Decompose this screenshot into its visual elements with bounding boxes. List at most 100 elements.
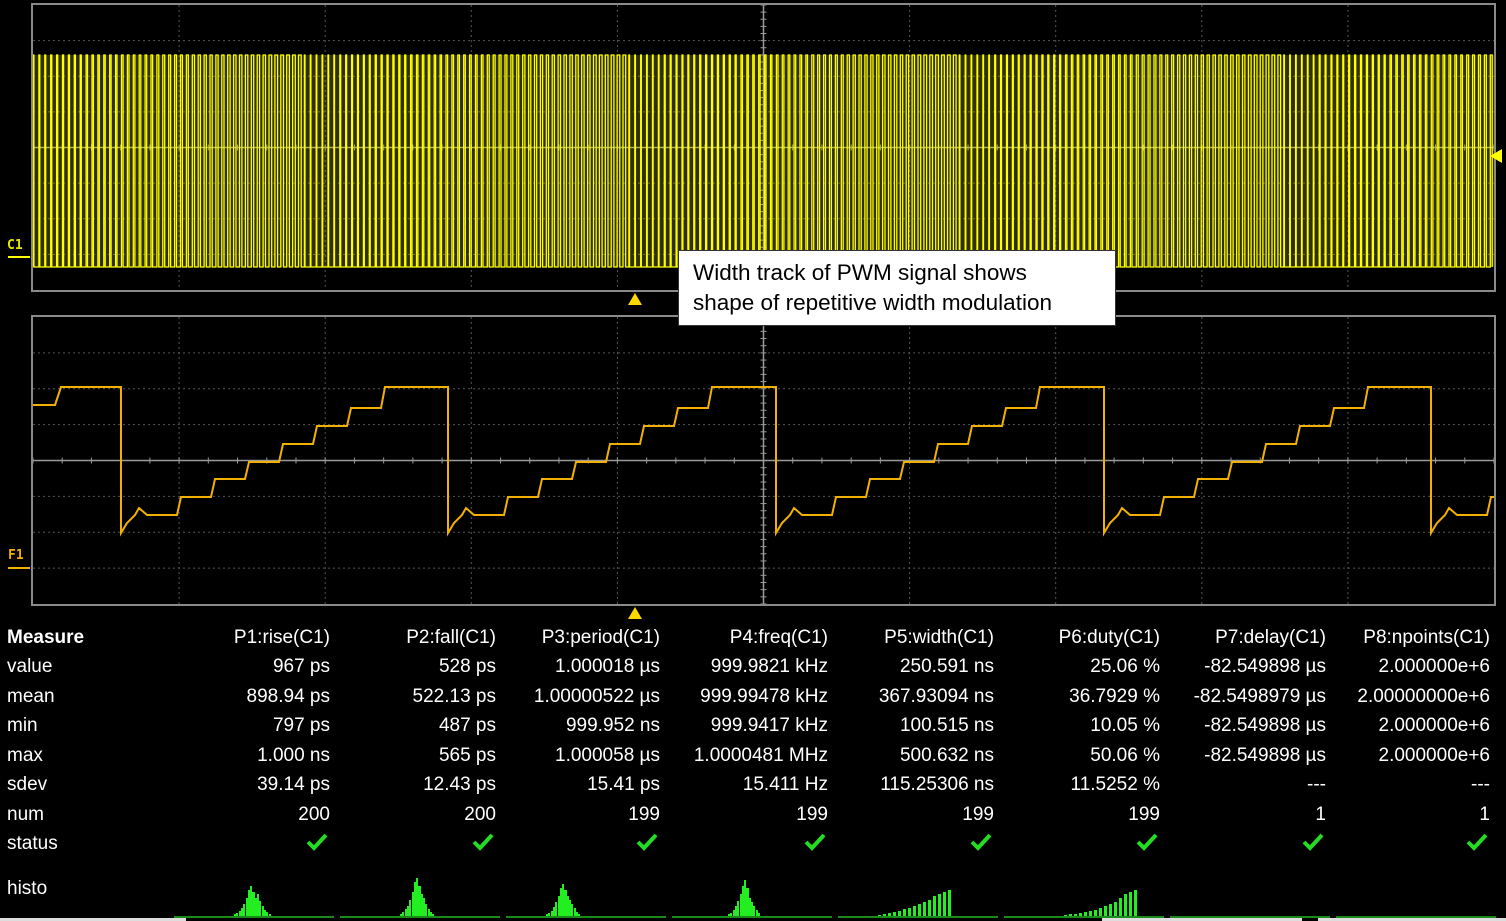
measure-cell: 1 [1315, 803, 1326, 825]
measure-row-0: value 967 ps 528 ps 1.000018 µs 999.9821 kHz… [0, 653, 1506, 682]
histogram-6[interactable] [1004, 874, 1164, 918]
measure-title: Measure [7, 627, 85, 648]
row-label: mean [7, 685, 55, 707]
measure-cell: -82.549898 µs [1204, 656, 1326, 677]
histogram-baseline [174, 916, 334, 918]
column-header-p8[interactable]: P8:npoints(C1) [1363, 627, 1490, 649]
row-label: min [7, 715, 38, 736]
histogram-bin [432, 914, 435, 916]
histogram-2[interactable] [340, 874, 500, 918]
measure-cell: 250.591 ns [899, 656, 994, 677]
column-header-p6[interactable]: P6:duty(C1) [1059, 627, 1160, 649]
measure-cell: 36.7929 % [1069, 685, 1160, 707]
histo-label: histo [7, 878, 48, 899]
annotation-line-2: shape of repetitive width modulation [693, 290, 1052, 315]
measure-cell: 15.411 Hz [742, 774, 828, 795]
histogram-1[interactable] [174, 874, 334, 918]
row-label: value [7, 656, 53, 677]
column-header-p5[interactable]: P5:width(C1) [884, 627, 994, 649]
f1-width-track-plot [33, 317, 1494, 604]
status-check-icon [1302, 833, 1324, 851]
status-label: status [7, 833, 58, 854]
f1-trigger-position-arrow[interactable] [628, 607, 642, 619]
histogram-7[interactable] [1170, 874, 1330, 918]
histogram-bin [1099, 908, 1102, 916]
measure-cell: -82.5498979 µs [1193, 685, 1326, 707]
histogram-8[interactable] [1336, 874, 1496, 918]
measure-cell: 115.25306 ns [880, 774, 994, 795]
c1-waveform-grid[interactable] [31, 3, 1496, 292]
trigger-position-arrow[interactable] [628, 293, 642, 305]
measure-cell: 2.00000000e+6 [1357, 685, 1490, 707]
histogram-bin [578, 914, 581, 916]
measure-cell: -82.549898 µs [1204, 715, 1326, 736]
column-header-p7[interactable]: P7:delay(C1) [1215, 627, 1326, 649]
measure-cell: 50.06 % [1090, 744, 1160, 766]
trigger-level-arrow[interactable] [1490, 149, 1502, 163]
histogram-bin [923, 902, 926, 916]
measure-cell: 10.05 % [1090, 715, 1160, 736]
histogram-baseline [506, 916, 666, 918]
c1-offset-marker[interactable] [8, 256, 30, 258]
measure-cell: 15.41 ps [587, 774, 660, 795]
histogram-bin [1119, 898, 1122, 916]
measure-cell: 2.000000e+6 [1378, 715, 1490, 736]
histogram-bin [268, 914, 271, 916]
c1-trace-label[interactable]: C1 [7, 239, 23, 252]
histogram-3[interactable] [506, 874, 666, 918]
column-header-p4[interactable]: P4:freq(C1) [730, 627, 828, 649]
measure-cell: 999.9821 kHz [710, 656, 828, 677]
row-label: num [7, 803, 44, 825]
f1-trace-label[interactable]: F1 [8, 549, 24, 562]
histogram-bin [878, 915, 881, 916]
histogram-5[interactable] [838, 874, 998, 918]
measure-row-2: min 797 ps 487 ps 999.952 ns 999.9417 kHz 100… [0, 712, 1506, 741]
measure-cell: 522.13 ps [412, 685, 496, 707]
measure-cell: --- [1471, 774, 1490, 795]
measure-cell: 199 [796, 803, 828, 825]
measure-cell: 999.9417 kHz [710, 715, 828, 736]
measure-cell: 1.00000522 µs [533, 685, 660, 707]
status-check-icon [1136, 833, 1158, 851]
status-check-icon [636, 833, 658, 851]
histogram-bin [1104, 906, 1107, 916]
measure-cell: 999.99478 kHz [700, 685, 828, 707]
measure-cell: 25.06 % [1090, 656, 1160, 677]
measure-cell: 200 [464, 803, 496, 825]
column-header-p2[interactable]: P2:fall(C1) [406, 627, 496, 649]
histogram-bin [1109, 904, 1112, 916]
measure-cell: 2.000000e+6 [1378, 656, 1490, 677]
histogram-4[interactable] [672, 874, 832, 918]
histogram-baseline [340, 916, 500, 918]
histogram-bin [883, 914, 886, 916]
column-header-p1[interactable]: P1:rise(C1) [234, 627, 330, 649]
histogram-bin [1074, 914, 1077, 916]
measure-row-5: num 200 200 199 199 199 199 1 1 [0, 801, 1506, 830]
measure-cell: 1.000018 µs [555, 656, 660, 677]
measure-cell: 500.632 ns [899, 744, 994, 766]
histogram-bin [913, 906, 916, 916]
status-check-icon [970, 833, 992, 851]
histogram-bin [1079, 913, 1082, 916]
histogram-baseline [838, 916, 998, 918]
column-header-p3[interactable]: P3:period(C1) [542, 627, 660, 649]
histogram-bin [1134, 890, 1137, 916]
status-check-icon [1466, 833, 1488, 851]
histo-row: histo [0, 874, 1506, 921]
measure-cell: 1.0000481 MHz [693, 744, 828, 766]
f1-offset-marker[interactable] [8, 567, 30, 569]
measure-cell: 199 [1128, 803, 1160, 825]
histogram-bin [1094, 910, 1097, 916]
histogram-bin [948, 890, 951, 916]
measure-cell: 999.952 ns [565, 715, 660, 736]
measure-row-3: max 1.000 ns 565 ps 1.000058 µs 1.0000481 MH… [0, 742, 1506, 771]
histogram-bin [928, 900, 931, 916]
histogram-bin [1084, 912, 1087, 916]
annotation-callout: Width track of PWM signal shows shape of… [678, 250, 1116, 326]
histogram-bin [1089, 911, 1092, 916]
row-label: sdev [7, 774, 48, 795]
f1-width-track-grid[interactable] [31, 315, 1496, 606]
graticule [33, 317, 1494, 604]
histogram-bin [893, 912, 896, 916]
measure-cell: 2.000000e+6 [1378, 744, 1490, 766]
